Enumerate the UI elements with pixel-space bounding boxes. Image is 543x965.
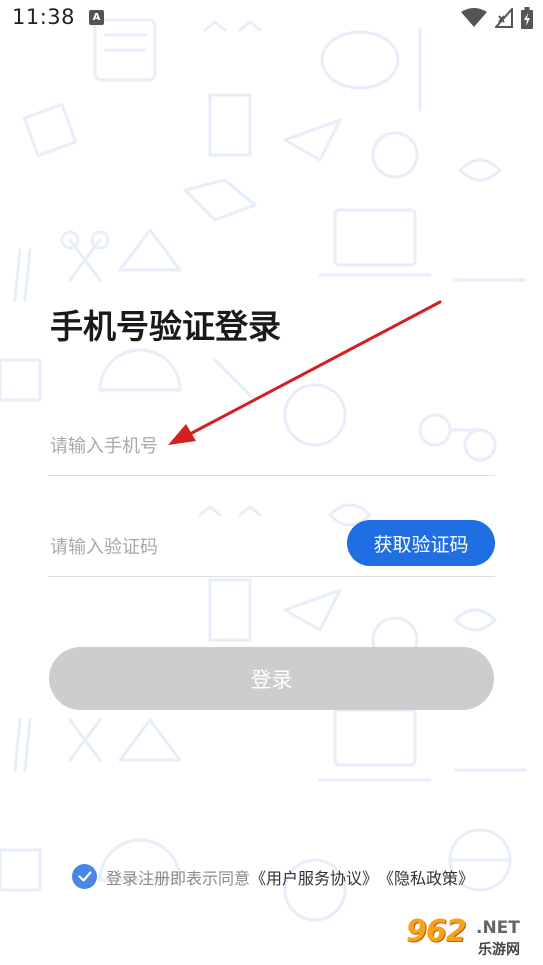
get-code-button[interactable]: 获取验证码 [347, 520, 495, 566]
phone-field [48, 423, 495, 476]
notification-icon: A [89, 10, 104, 25]
verification-code-input[interactable] [48, 524, 332, 570]
phone-input[interactable] [48, 423, 332, 469]
login-button[interactable]: 登录 [49, 647, 494, 710]
status-time: 11:38 [12, 5, 76, 29]
watermark-net: .NET [476, 918, 520, 938]
watermark-sub: 乐游网 [478, 942, 520, 958]
user-agreement-link[interactable]: 《用户服务协议》 [250, 865, 378, 889]
watermark-logo: 962 .NET 乐游网 [400, 910, 538, 962]
status-bar: 11:38 A [0, 0, 543, 36]
check-icon [77, 871, 92, 882]
verification-code-field: 获取验证码 [48, 520, 495, 577]
signal-icon [495, 8, 513, 28]
doodle-background [0, 18, 527, 922]
page-title: 手机号验证登录 [50, 307, 281, 346]
agreement-text: 登录注册即表示同意 [106, 868, 251, 888]
wifi-icon [461, 8, 487, 27]
agreement-row: 登录注册即表示同意 《用户服务协议》 《隐私政策》 [72, 864, 474, 889]
watermark-main: 962 [406, 914, 467, 949]
battery-icon [521, 7, 533, 29]
privacy-policy-link[interactable]: 《隐私政策》 [378, 865, 474, 889]
status-icons [461, 7, 533, 29]
agreement-checkbox[interactable] [72, 864, 97, 889]
